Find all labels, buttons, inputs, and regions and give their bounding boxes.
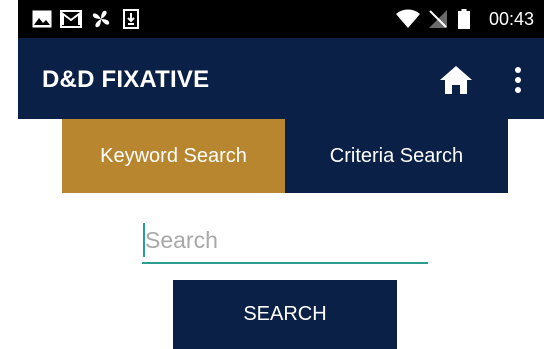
tab-criteria-search[interactable]: Criteria Search	[285, 119, 508, 193]
status-time: 00:43	[488, 9, 534, 29]
tab-keyword-search[interactable]: Keyword Search	[62, 119, 285, 193]
download-icon	[123, 9, 139, 29]
wifi-icon	[396, 9, 420, 29]
search-button-label: SEARCH	[243, 303, 327, 325]
tab-keyword-search-label: Keyword Search	[100, 144, 247, 167]
app-bar: D&D FIXATIVE	[18, 38, 544, 119]
mail-icon	[60, 9, 82, 29]
search-tabs: Keyword Search Criteria Search	[62, 119, 508, 193]
more-vert-icon[interactable]	[506, 60, 530, 100]
image-icon	[32, 9, 52, 29]
battery-icon	[458, 9, 470, 29]
search-input[interactable]	[142, 219, 425, 261]
app-title: D&D FIXATIVE	[42, 66, 210, 93]
home-icon[interactable]	[436, 60, 476, 100]
search-field	[142, 219, 428, 265]
fan-icon	[91, 9, 111, 29]
search-input-underline	[142, 262, 428, 264]
tab-criteria-search-label: Criteria Search	[329, 144, 464, 167]
status-bar: 00:43	[18, 0, 544, 38]
text-cursor	[143, 223, 145, 257]
no-signal-icon	[428, 9, 448, 29]
search-button[interactable]: SEARCH	[173, 280, 397, 349]
